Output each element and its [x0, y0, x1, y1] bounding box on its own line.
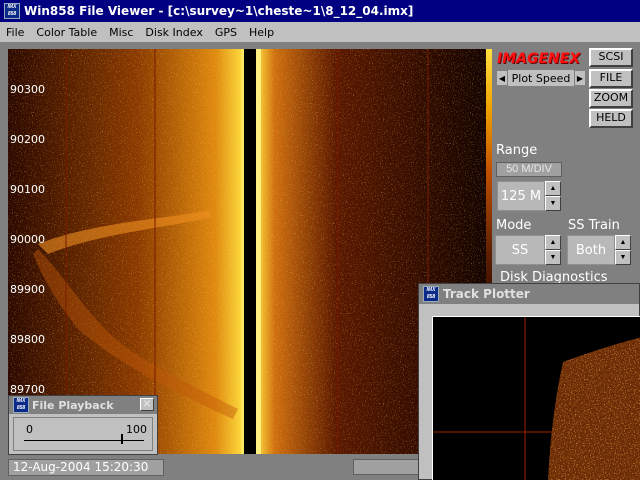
track-plot-image — [433, 317, 640, 480]
app-icon: IMX 858 — [4, 3, 20, 19]
depth-label: 90100 — [10, 183, 45, 196]
menu-gps[interactable]: GPS — [209, 26, 243, 39]
mode-down-arrow-icon[interactable]: ▼ — [545, 250, 561, 265]
mode-up-arrow-icon[interactable]: ▲ — [545, 235, 561, 250]
track-plotter-title: Track Plotter — [443, 287, 530, 301]
depth-label: 90200 — [10, 133, 45, 146]
depth-label: 90300 — [10, 83, 45, 96]
imagenex-logo: IMAGENEX — [497, 51, 581, 67]
plot-speed-left-arrow-icon[interactable]: ◀ — [496, 70, 508, 86]
menu-color-table[interactable]: Color Table — [30, 26, 103, 39]
range-heading: Range — [496, 143, 538, 158]
menu-disk-index[interactable]: Disk Index — [139, 26, 208, 39]
ss-train-heading: SS Train — [568, 218, 620, 233]
range-value: 125 M — [497, 181, 545, 211]
menu-file[interactable]: File — [0, 26, 30, 39]
ss-train-down-arrow-icon[interactable]: ▼ — [615, 250, 631, 265]
mode-value: SS — [495, 235, 545, 265]
menu-misc[interactable]: Misc — [103, 26, 139, 39]
title-bar: IMX 858 Win858 File Viewer - [c:\survey~1… — [0, 0, 640, 22]
held-button[interactable]: HELD — [589, 109, 633, 128]
scsi-button[interactable]: SCSI — [589, 48, 633, 67]
zoom-button[interactable]: ZOOM — [589, 89, 633, 108]
plot-speed-control: ◀ Plot Speed ▶ — [496, 70, 586, 86]
playback-slider-frame: 0 100 — [13, 417, 153, 451]
track-plotter-window: IMX 858 Track Plotter — [418, 283, 640, 480]
slider-max-label: 100 — [126, 423, 147, 436]
file-button[interactable]: FILE — [589, 69, 633, 88]
track-plot-area[interactable] — [432, 316, 640, 480]
file-playback-titlebar[interactable]: IMX 858 File Playback ✕ — [9, 396, 157, 414]
depth-label: 90000 — [10, 233, 45, 246]
sonar-display[interactable]: 90300 90200 90100 90000 89900 89800 8970… — [8, 49, 486, 454]
depth-label: 89800 — [10, 333, 45, 346]
app-icon: IMX 858 — [423, 286, 439, 302]
mode-spinner[interactable]: SS ▲ ▼ — [494, 234, 562, 266]
ss-train-up-arrow-icon[interactable]: ▲ — [615, 235, 631, 250]
plot-speed-right-arrow-icon[interactable]: ▶ — [574, 70, 586, 86]
range-down-arrow-icon[interactable]: ▼ — [545, 196, 561, 211]
slider-min-label: 0 — [26, 423, 33, 436]
track-plotter-titlebar[interactable]: IMX 858 Track Plotter — [419, 284, 639, 304]
range-div-label: 50 M/DIV — [496, 162, 562, 177]
plot-speed-label: Plot Speed — [511, 71, 571, 85]
file-playback-window: IMX 858 File Playback ✕ 0 100 — [8, 395, 158, 455]
ss-train-spinner[interactable]: Both ▲ ▼ — [566, 234, 632, 266]
range-up-arrow-icon[interactable]: ▲ — [545, 181, 561, 196]
depth-axis: 90300 90200 90100 90000 89900 89800 8970… — [8, 49, 68, 454]
app-icon: IMX 858 — [13, 397, 29, 413]
mode-heading: Mode — [496, 218, 532, 233]
menu-bar: File Color Table Misc Disk Index GPS Hel… — [0, 22, 640, 42]
sonar-image — [8, 49, 486, 454]
range-spinner[interactable]: 125 M ▲ ▼ — [496, 180, 562, 212]
window-title: Win858 File Viewer - [c:\survey~1\cheste… — [24, 4, 414, 18]
menu-help[interactable]: Help — [243, 26, 280, 39]
status-field — [353, 459, 423, 475]
ss-train-value: Both — [567, 235, 615, 265]
close-icon[interactable]: ✕ — [140, 398, 154, 411]
file-playback-title: File Playback — [32, 398, 114, 412]
depth-label: 89900 — [10, 283, 45, 296]
playback-slider-track[interactable] — [24, 440, 144, 441]
playback-slider-thumb[interactable] — [121, 434, 124, 444]
date-time-display: 12-Aug-2004 15:20:30 — [8, 459, 164, 476]
